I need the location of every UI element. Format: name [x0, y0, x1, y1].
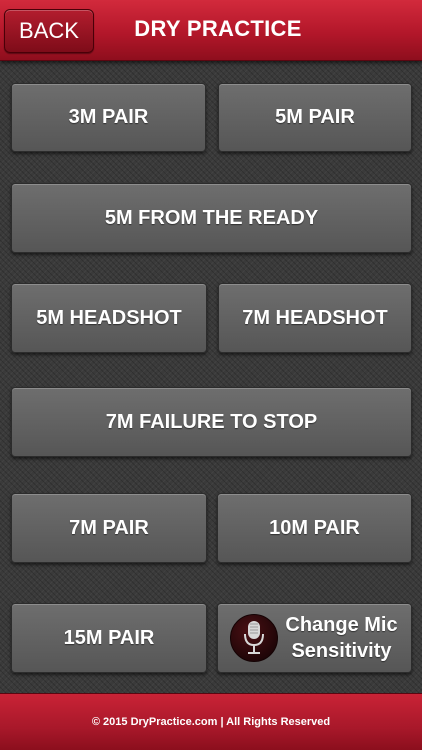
- footer-bar: © 2015 DryPractice.com | All Rights Rese…: [0, 693, 422, 750]
- drill-button-label: 10M PAIR: [269, 516, 360, 539]
- drill-button-label: 15M PAIR: [63, 626, 155, 649]
- back-button[interactable]: BACK: [4, 9, 94, 53]
- drill-button-label: 5M HEADSHOT: [36, 306, 182, 329]
- header-bar: BACK DRY PRACTICE: [0, 0, 422, 61]
- drill-button-label: 3M PAIR: [68, 106, 149, 128]
- drill-button-5m-pair[interactable]: 5M PAIR: [218, 83, 412, 152]
- drill-button-7m-pair[interactable]: 7M PAIR: [11, 493, 207, 563]
- change-mic-sensitivity-label: Change Mic Sensitivity: [278, 612, 411, 664]
- microphone-icon: [230, 614, 278, 662]
- change-mic-sensitivity-button[interactable]: Change Mic Sensitivity: [217, 603, 412, 673]
- drill-button-label: 5M PAIR: [275, 106, 355, 128]
- drill-button-10m-pair[interactable]: 10M PAIR: [217, 493, 412, 563]
- copyright-text: © 2015 DryPractice.com | All Rights Rese…: [91, 716, 331, 728]
- drill-button-7m-headshot[interactable]: 7M HEADSHOT: [218, 283, 412, 353]
- drill-button-label: 7M HEADSHOT: [242, 306, 388, 329]
- drill-button-label: 7M FAILURE TO STOP: [105, 410, 318, 433]
- drill-button-5m-headshot[interactable]: 5M HEADSHOT: [11, 283, 207, 353]
- drill-button-7m-failure-to-stop[interactable]: 7M FAILURE TO STOP: [11, 387, 412, 457]
- drill-button-5m-from-the-ready[interactable]: 5M FROM THE READY: [11, 183, 412, 253]
- drill-button-3m-pair[interactable]: 3M PAIR: [11, 83, 206, 152]
- page-title: DRY PRACTICE: [134, 16, 302, 41]
- drill-button-15m-pair[interactable]: 15M PAIR: [11, 603, 207, 673]
- mic-label-line-2: Sensitivity: [291, 640, 392, 662]
- drill-button-label: 7M PAIR: [69, 516, 149, 539]
- drill-button-label: 5M FROM THE READY: [104, 206, 319, 229]
- mic-label-line-1: Change Mic: [285, 614, 398, 636]
